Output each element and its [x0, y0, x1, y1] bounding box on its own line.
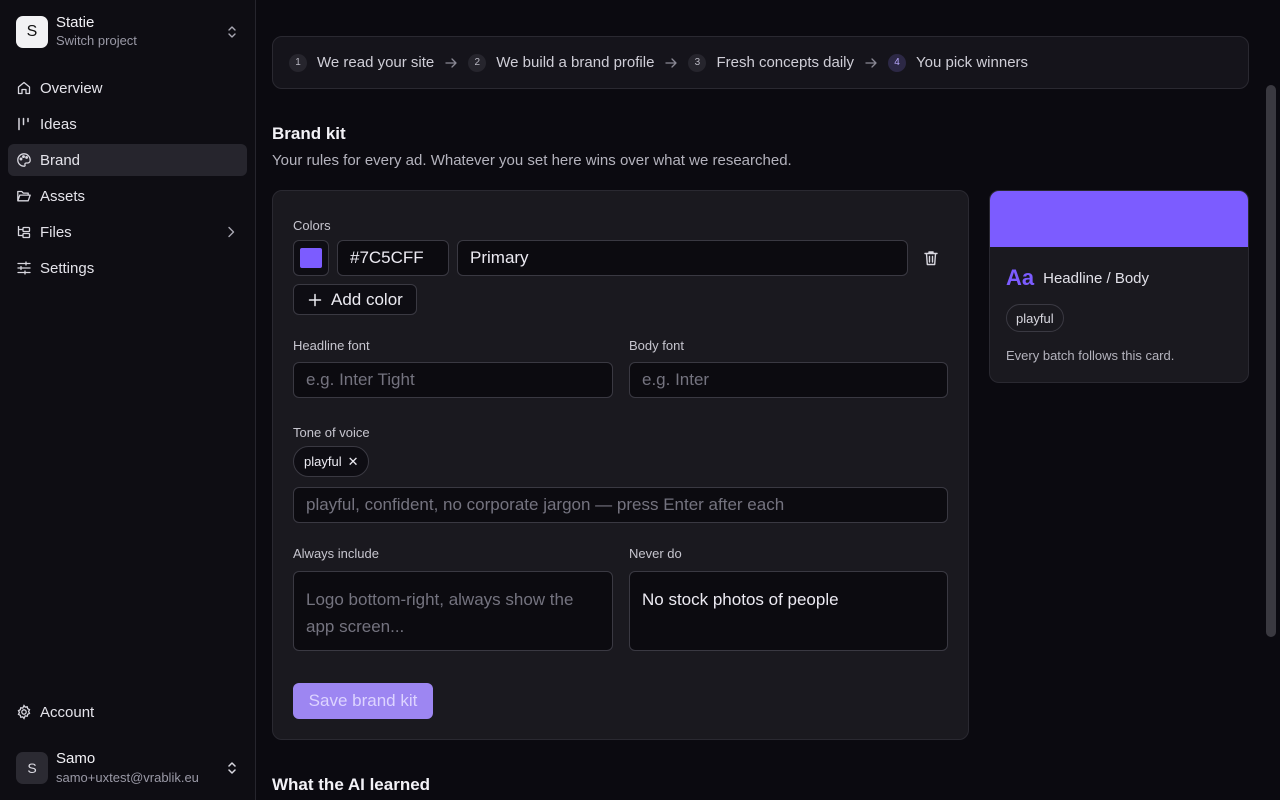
never-do-textarea[interactable]: No stock photos of people: [629, 571, 948, 651]
project-switcher[interactable]: S Statie Switch project: [16, 12, 240, 52]
typography-preview: Aa Headline / Body: [1006, 265, 1149, 291]
project-info: Statie Switch project: [56, 14, 224, 50]
sidebar-item-ideas[interactable]: Ideas: [8, 108, 247, 140]
tone-input[interactable]: playful, confident, no corporate jargon …: [293, 487, 948, 523]
always-include-label: Always include: [293, 546, 379, 561]
body-font-label: Body font: [629, 338, 684, 353]
home-icon: [17, 81, 31, 95]
step-number: 3: [688, 53, 707, 72]
user-menu[interactable]: S Samo samo+uxtest@vrablik.eu: [16, 746, 240, 790]
body-font-input[interactable]: e.g. Inter: [629, 362, 948, 398]
sidebar-item-account[interactable]: Account: [8, 696, 247, 728]
onboarding-steps: 1 We read your site 2 We build a brand p…: [272, 36, 1249, 89]
chevron-up-down-icon: [228, 26, 236, 38]
colors-label: Colors: [293, 218, 331, 233]
chevron-right-icon: [228, 226, 235, 238]
arrow-right-icon: [865, 57, 877, 68]
project-avatar: S: [16, 16, 48, 48]
tone-chip: playful: [1006, 304, 1064, 332]
save-brand-kit-button[interactable]: Save brand kit: [293, 683, 433, 719]
palette-icon: [17, 153, 31, 167]
step-label: We read your site: [317, 54, 435, 71]
sidebar-item-settings[interactable]: Settings: [8, 252, 247, 284]
close-icon[interactable]: ✕: [348, 454, 359, 470]
add-color-label: Add color: [331, 289, 403, 309]
tone-label: Tone of voice: [293, 425, 370, 440]
preview-note: Every batch follows this card.: [1006, 348, 1175, 363]
step-label: We build a brand profile: [496, 54, 655, 71]
project-name: Statie: [56, 14, 95, 31]
sidebar-item-label: Overview: [40, 79, 103, 97]
account-section: Account: [8, 696, 247, 732]
sidebar-item-label: Files: [40, 223, 72, 241]
step-2: 2 We build a brand profile: [468, 53, 655, 72]
gear-icon: [17, 704, 31, 720]
color-swatch-picker[interactable]: [293, 240, 329, 276]
sidebar-item-label: Assets: [40, 187, 86, 205]
sliders-icon: [17, 261, 31, 275]
step-number: 1: [289, 53, 307, 72]
color-swatch: [300, 248, 322, 268]
step-number: 4: [888, 53, 907, 72]
color-band: [990, 191, 1248, 247]
sidebar-item-label: Ideas: [40, 115, 77, 133]
sidebar-item-label: Account: [40, 703, 95, 721]
folder-open-icon: [17, 190, 31, 202]
arrow-right-icon: [665, 57, 678, 68]
always-include-textarea[interactable]: Logo bottom-right, always show the app s…: [293, 571, 613, 651]
color-hex-input[interactable]: #7C5CFF: [337, 240, 449, 276]
sidebar-item-overview[interactable]: Overview: [8, 72, 247, 104]
aa-sample: Aa: [1006, 265, 1035, 290]
sidebar-nav: Overview Ideas Brand Assets Files Settin…: [8, 72, 247, 288]
sidebar-item-brand[interactable]: Brand: [8, 144, 247, 176]
headline-font-input[interactable]: e.g. Inter Tight: [293, 362, 613, 398]
never-do-label: Never do: [629, 546, 682, 561]
tone-chip: playful ✕: [293, 446, 370, 477]
user-email: samo+uxtest@vrablik.eu: [56, 770, 199, 785]
step-label: Fresh concepts daily: [716, 54, 855, 71]
sidebar-item-label: Brand: [40, 151, 81, 169]
font-pair-label: Headline / Body: [1043, 269, 1150, 287]
sidebar-item-assets[interactable]: Assets: [8, 180, 247, 212]
ideas-icon: [18, 117, 29, 131]
sidebar: S Statie Switch project Overview Ideas B…: [0, 0, 256, 800]
step-4: 4 You pick winners: [888, 53, 1029, 72]
sidebar-item-files[interactable]: Files: [8, 216, 247, 248]
headline-font-label: Headline font: [293, 338, 370, 353]
color-name-input[interactable]: Primary: [457, 240, 908, 276]
chevron-up-down-icon: [228, 762, 236, 774]
files-tree-icon: [17, 226, 31, 239]
arrow-right-icon: [445, 57, 457, 68]
step-1: 1 We read your site: [289, 53, 435, 72]
trash-icon[interactable]: [922, 249, 940, 267]
brand-kit-form: Colors #7C5CFF Primary Add color Headlin…: [272, 190, 969, 740]
learned-section-title: What the AI learned: [272, 775, 431, 794]
avatar: S: [16, 752, 48, 784]
brand-preview-card: Aa Headline / Body playful Every batch f…: [989, 190, 1249, 383]
plus-icon: [308, 293, 322, 306]
section-title: Brand kit: [272, 124, 346, 143]
user-name: Samo: [56, 750, 96, 767]
sidebar-item-label: Settings: [40, 259, 95, 277]
project-subtitle: Switch project: [56, 33, 137, 48]
user-info: Samo samo+uxtest@vrablik.eu: [56, 749, 224, 787]
step-label: You pick winners: [916, 54, 1029, 71]
scrollbar[interactable]: [1266, 85, 1276, 637]
step-number: 2: [468, 53, 487, 72]
add-color-button[interactable]: Add color: [293, 284, 417, 315]
tone-chip-label: playful: [304, 454, 342, 469]
step-3: 3 Fresh concepts daily: [688, 53, 855, 72]
section-subtitle: Your rules for every ad. Whatever you se…: [272, 152, 792, 169]
